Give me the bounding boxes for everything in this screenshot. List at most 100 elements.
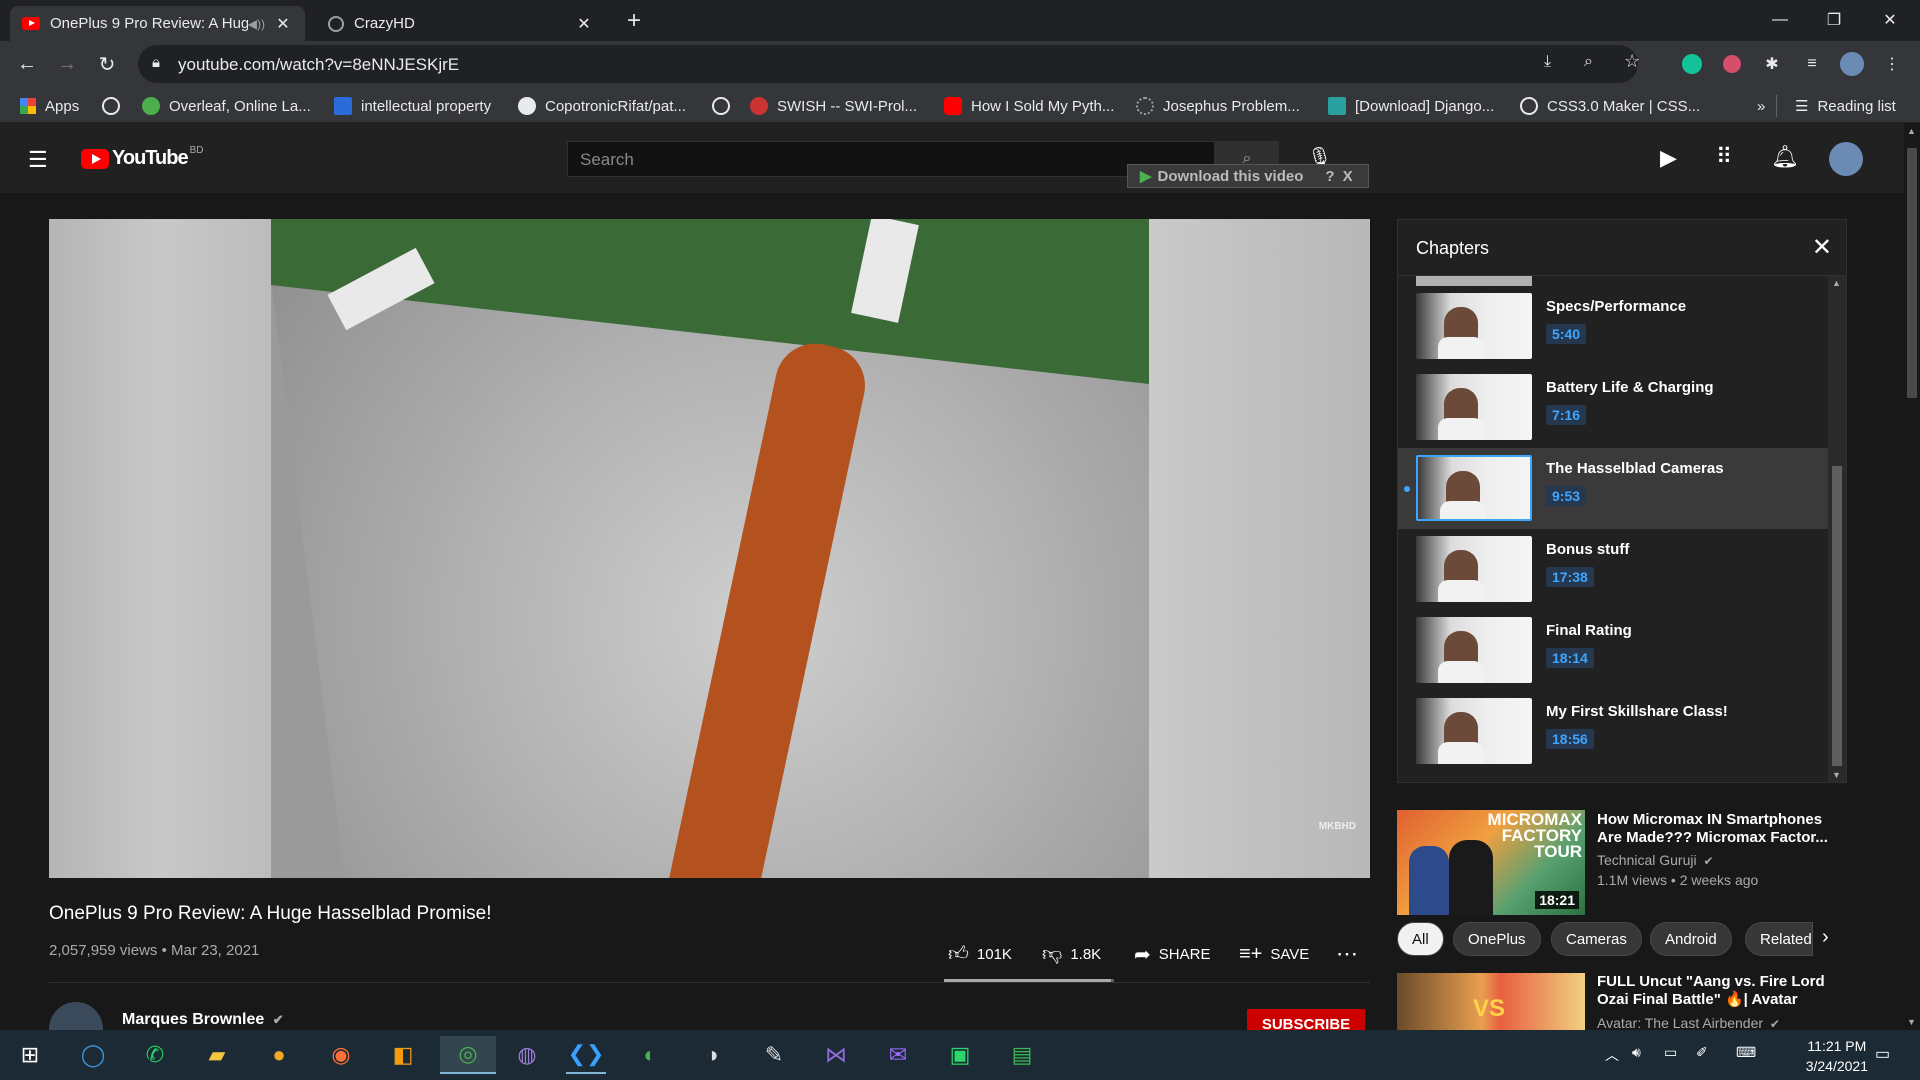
reading-list-button[interactable]: ☰ Reading list <box>1776 95 1896 117</box>
puzzle-extensions-icon[interactable]: ✱ <box>1760 52 1784 76</box>
chip-android[interactable]: Android <box>1650 922 1732 956</box>
create-video-icon[interactable]: ▶︎ <box>1660 145 1677 171</box>
pen-icon[interactable]: ✐ <box>1696 1044 1708 1061</box>
chapter-timestamp[interactable]: 17:38 <box>1546 567 1594 587</box>
close-icon[interactable]: ✕ <box>1812 233 1832 262</box>
chip-all[interactable]: All <box>1397 922 1444 956</box>
bookmark-css3-maker[interactable]: CSS3.0 Maker | CSS... <box>1520 95 1700 117</box>
scroll-down-icon[interactable]: ▼ <box>1907 1017 1916 1027</box>
chapters-scrollbar[interactable]: ▲ ▼ <box>1828 276 1846 782</box>
bookmark-josephus[interactable]: Josephus Problem... <box>1136 95 1300 117</box>
profile-avatar[interactable] <box>1840 52 1864 76</box>
bookmark-overleaf[interactable]: Overleaf, Online La... <box>142 95 311 117</box>
chapter-thumbnail[interactable] <box>1416 374 1532 440</box>
chapter-thumbnail[interactable] <box>1416 698 1532 764</box>
visual-studio-icon[interactable]: ⋈ <box>816 1036 856 1074</box>
save-button[interactable]: ≡+ SAVE <box>1239 942 1309 966</box>
channel-name[interactable]: Marques Brownlee ✔ <box>122 1011 284 1029</box>
chip-oneplus[interactable]: OnePlus <box>1453 922 1541 956</box>
more-bookmarks-button[interactable]: » <box>1757 95 1765 117</box>
browser-icon[interactable]: ● <box>259 1036 299 1074</box>
like-button[interactable]: 👍︎ 101K <box>948 942 1012 966</box>
grammarly-extension-icon[interactable] <box>1680 52 1704 76</box>
url-text[interactable]: youtube.com/watch?v=8eNNJESKjrE <box>178 55 459 75</box>
chapter-thumbnail[interactable] <box>1416 455 1532 521</box>
messenger-icon[interactable]: ✉ <box>878 1036 918 1074</box>
chapter-timestamp[interactable]: 7:16 <box>1546 405 1587 425</box>
scrollbar-thumb[interactable] <box>1907 148 1917 398</box>
chrome-icon[interactable]: ◎ <box>440 1036 496 1074</box>
bookmark-star-icon[interactable]: ☆ <box>1624 51 1640 72</box>
volume-icon[interactable]: 🔊︎ <box>1632 1044 1641 1061</box>
scrollbar-thumb[interactable] <box>1832 466 1842 766</box>
video-player[interactable]: MKBHD <box>49 219 1370 878</box>
download-close-button[interactable]: X <box>1343 168 1353 185</box>
minimize-icon[interactable]: — <box>1752 0 1808 40</box>
install-icon[interactable]: ⤓ <box>1544 53 1551 71</box>
new-tab-button[interactable]: + <box>618 6 650 36</box>
close-window-icon[interactable]: ✕ <box>1862 0 1918 40</box>
scroll-up-icon[interactable]: ▲ <box>1907 126 1916 136</box>
keyboard-icon[interactable]: ⌨ <box>1736 1044 1756 1061</box>
tab-youtube[interactable]: OnePlus 9 Pro Review: A Hug ◀)) ✕ <box>10 6 305 41</box>
chevron-right-icon[interactable]: › <box>1822 926 1829 949</box>
chapter-thumbnail[interactable] <box>1416 617 1532 683</box>
windows-start-icon[interactable]: ⊞ <box>10 1036 50 1074</box>
app-icon[interactable]: ✎ <box>754 1036 794 1074</box>
taskbar-clock[interactable]: 11:21 PM 3/24/2021 <box>1806 1036 1868 1076</box>
dislike-button[interactable]: 👎︎ 1.8K <box>1042 942 1101 966</box>
bookmark-globe[interactable] <box>102 95 129 117</box>
recommendation-channel[interactable]: Technical Guruji ✔ <box>1597 852 1714 868</box>
notifications-icon[interactable]: ▭ <box>1875 1044 1890 1064</box>
app-icon[interactable]: ◐ <box>630 1036 670 1074</box>
recommendation-title[interactable]: How Micromax IN Smartphones Are Made??? … <box>1597 811 1837 847</box>
chapter-timestamp[interactable]: 5:40 <box>1546 324 1587 344</box>
chapter-item[interactable]: Specs/Performance 5:40 <box>1398 286 1828 367</box>
chapter-item[interactable]: Final Rating 18:14 <box>1398 610 1828 691</box>
recommendation-channel[interactable]: Avatar: The Last Airbender ✔ <box>1597 1015 1780 1031</box>
app-icon[interactable]: ◧ <box>383 1036 423 1074</box>
chapter-timestamp[interactable]: 18:56 <box>1546 729 1594 749</box>
recommendation-thumbnail[interactable]: VS <box>1397 973 1585 1030</box>
close-tab-icon[interactable]: ✕ <box>273 14 293 34</box>
chapter-item[interactable]: The Hasselblad Cameras 9:53 <box>1398 448 1828 529</box>
reload-icon[interactable]: ↻ <box>93 50 121 78</box>
restore-icon[interactable]: ❐ <box>1806 0 1862 40</box>
network-icon[interactable]: ▭ <box>1664 1044 1677 1061</box>
show-hidden-icons-icon[interactable]: ︿ <box>1605 1045 1619 1065</box>
address-bar[interactable]: 🔒︎ youtube.com/watch?v=8eNNJESKjrE ⤓ ⌕ ☆ <box>138 45 1640 83</box>
vscode-icon[interactable]: ❮❯ <box>566 1036 606 1074</box>
video-frame[interactable] <box>271 219 1149 878</box>
bookmark-django[interactable]: [Download] Django... <box>1328 95 1494 117</box>
more-actions-icon[interactable]: ⋯ <box>1336 941 1358 966</box>
tab-crazyhd[interactable]: CrazyHD ✕ <box>316 6 606 41</box>
hamburger-menu-icon[interactable]: ☰ <box>28 147 48 173</box>
zoom-icon[interactable]: ⌕ <box>1584 53 1593 71</box>
audio-icon[interactable]: ◀)) <box>248 17 265 31</box>
download-help-button[interactable]: ? <box>1325 168 1334 185</box>
extension-icon[interactable] <box>1720 52 1744 76</box>
firefox-icon[interactable]: ◉ <box>321 1036 361 1074</box>
youtube-logo[interactable]: YouTube BD <box>81 145 203 170</box>
menu-dots-icon[interactable]: ⋮ <box>1880 52 1904 76</box>
chapter-timestamp[interactable]: 18:14 <box>1546 648 1594 668</box>
bookmark-intellectual-property[interactable]: intellectual property <box>334 95 491 117</box>
bookmark-apps[interactable]: Apps <box>20 95 79 117</box>
forward-icon[interactable]: → <box>53 50 81 78</box>
recommendation-title[interactable]: FULL Uncut "Aang vs. Fire Lord Ozai Fina… <box>1597 973 1837 1009</box>
cortana-icon[interactable]: ◯ <box>73 1036 113 1074</box>
download-video-bar[interactable]: ▶ Download this video ? X <box>1127 164 1369 188</box>
bookmark-swish[interactable]: SWISH -- SWI-Prol... <box>750 95 917 117</box>
back-icon[interactable]: ← <box>13 50 41 78</box>
close-tab-icon[interactable]: ✕ <box>574 14 594 34</box>
chip-related[interactable]: Related <box>1745 922 1813 956</box>
app-icon[interactable]: ◑ <box>692 1036 732 1074</box>
chapter-thumbnail[interactable] <box>1416 536 1532 602</box>
scroll-down-icon[interactable]: ▼ <box>1832 770 1841 780</box>
github-desktop-icon[interactable]: ◍ <box>507 1036 547 1074</box>
bookmark-youtube[interactable]: How I Sold My Pyth... <box>944 95 1114 117</box>
notifications-bell-icon[interactable]: 🔔︎ <box>1771 144 1799 170</box>
whatsapp-icon[interactable]: ✆ <box>135 1036 175 1074</box>
chapter-item[interactable]: My First Skillshare Class! 18:56 <box>1398 691 1828 772</box>
chapter-thumbnail[interactable] <box>1416 293 1532 359</box>
